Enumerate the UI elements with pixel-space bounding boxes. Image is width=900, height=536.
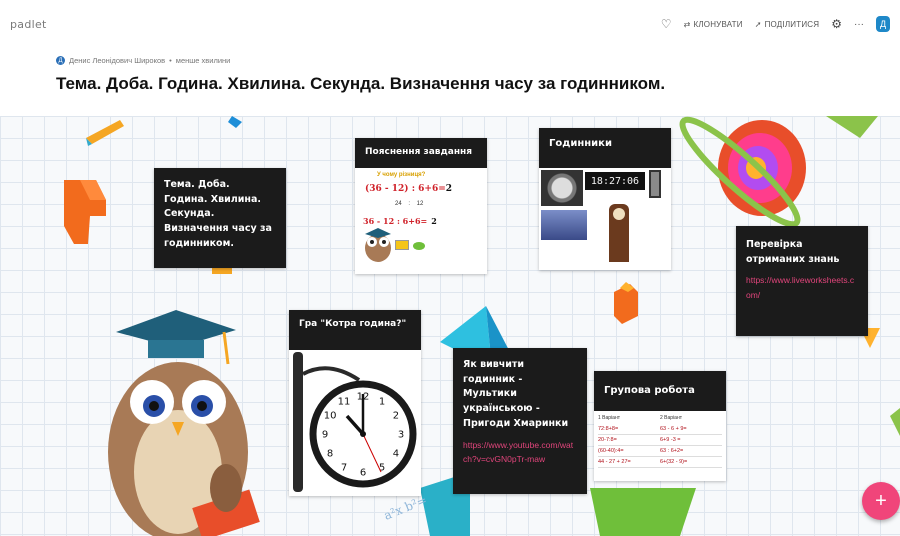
card-topic[interactable]: Тема. Доба. Година. Хвилина. Секунда. Ви… [154,168,286,268]
card-clocks[interactable]: Годинники 18:27:06 [539,128,671,270]
card-check-header: Перевірка отриманих знань [736,226,868,274]
svg-text:a²x b²=: a²x b²= [382,493,429,523]
list-item: (60-40):4= [598,446,660,457]
page-title: Тема. Доба. Година. Хвилина. Секунда. Ви… [56,74,666,93]
group-col2: 2 Варіант 63 - 6 + 9= 6+9 -3 = 63 : 6+2= 6+… [660,415,722,477]
clock-number: 6 [360,468,366,479]
blue-clock-image [541,210,587,240]
clock-number: 9 [322,430,328,441]
owl-icon [365,227,391,262]
task-question: У чому різниця? [377,171,426,178]
group-col1-list: 72:8+8= 20-7:8= (60-40):4= 44 - 27 + 27= [598,424,660,468]
clock-number: 4 [393,449,399,460]
author-line: Д Денис Леонідович Широков • менше хвили… [56,56,230,65]
post-time: менше хвилини [175,56,231,65]
list-item: 6+(32 - 9)= [660,457,722,468]
clock-number: 3 [398,430,404,441]
task-expr2: 36 - 12 : 6+6= 2 [363,215,437,226]
card-group-header: Групова робота [594,371,726,411]
video-link[interactable]: https://www.youtube.com/watch?v=cvGN0pTr… [453,437,587,477]
group-col2-list: 63 - 6 + 9= 6+9 -3 = 63 : 6+2= 6+(32 - 9)= [660,424,722,468]
toolbar-actions: ♡ ⇄ КЛОНУВАТИ ➚ ПОДІЛИТИСЯ ⚙ ··· Д [661,16,890,32]
clock-number: 8 [327,449,333,460]
card-task-header: Пояснення завдання [355,138,487,168]
list-item: 72:8+8= [598,424,660,435]
list-item: 63 : 6+2= [660,446,722,457]
wristwatch-image [541,170,583,206]
grandfather-clock-image [609,204,629,262]
card-game[interactable]: Гра "Котра година?" 121234567891011 [289,310,421,496]
clock-number: 10 [324,411,337,422]
padlet-logo[interactable]: padlet [10,18,47,31]
author-name[interactable]: Денис Леонідович Широков [69,56,165,65]
card-group[interactable]: Групова робота 1 Варіант 72:8+8= 20-7:8=(… [594,371,726,481]
math-board-icon [395,239,409,250]
card-topic-text: Тема. Доба. Година. Хвилина. Секунда. Ви… [154,168,286,262]
clock-number: 2 [393,411,399,422]
avatar[interactable]: Д [876,16,890,32]
board-canvas: a²x b²= Тема. Доба. Година. Хвилина. Сек… [0,116,900,536]
clock-number: 5 [379,462,385,473]
group-thumbnail[interactable]: 1 Варіант 72:8+8= 20-7:8= (60-40):4= 44 - 2… [594,411,726,481]
heart-icon[interactable]: ♡ [661,17,672,31]
card-check[interactable]: Перевірка отриманих знань https://www.li… [736,226,868,336]
share-icon: ➚ [754,19,762,29]
list-item: 20-7:8= [598,435,660,446]
card-task[interactable]: Пояснення завдання У чому різниця? (36 -… [355,138,487,274]
owl-illustration [108,310,260,536]
card-game-header: Гра "Котра година?" [289,310,421,350]
share-button[interactable]: ➚ ПОДІЛИТИСЯ [755,20,820,29]
clock-number: 11 [338,397,351,408]
list-item: 6+9 -3 = [660,435,722,446]
clone-icon: ⇄ [683,19,691,29]
clocks-thumbnail[interactable]: 18:27:06 [539,168,671,270]
author-avatar: Д [56,56,65,65]
clock-number: 7 [341,462,347,473]
desk-clock-image [649,170,661,198]
top-bar: padlet ♡ ⇄ КЛОНУВАТИ ➚ ПОДІЛИТИСЯ ⚙ ··· … [0,0,900,48]
check-link[interactable]: https://www.liveworksheets.com/ [736,273,868,313]
card-clocks-header: Годинники [539,128,671,168]
more-button[interactable]: ··· [854,19,864,30]
digital-clock-image: 18:27:06 [585,172,645,190]
gear-icon[interactable]: ⚙ [831,17,842,31]
leaf-icon [413,241,425,250]
card-video[interactable]: Як вивчити годинник - Мультики українськ… [453,348,587,494]
clock-number: 1 [379,397,385,408]
add-post-button[interactable]: + [862,482,900,520]
wall-clock-icon: 121234567891011 [293,352,417,492]
task-thumbnail[interactable]: У чому різниця? (36 - 12) : 6+6=2 24 : 1… [355,167,487,262]
game-thumbnail[interactable]: 121234567891011 [289,350,421,496]
card-video-header: Як вивчити годинник - Мультики українськ… [453,348,587,438]
clone-button[interactable]: ⇄ КЛОНУВАТИ [684,20,743,29]
padlet-header: Д Денис Леонідович Широков • менше хвили… [0,48,900,116]
list-item: 63 - 6 + 9= [660,424,722,435]
list-item: 44 - 27 + 27= [598,457,660,468]
task-expr1-sub: 24 : 12 [395,200,424,207]
group-col1: 1 Варіант 72:8+8= 20-7:8= (60-40):4= 44 - 2… [598,415,660,477]
separator: • [169,56,172,65]
task-expr1: (36 - 12) : 6+6=2 [365,183,453,194]
